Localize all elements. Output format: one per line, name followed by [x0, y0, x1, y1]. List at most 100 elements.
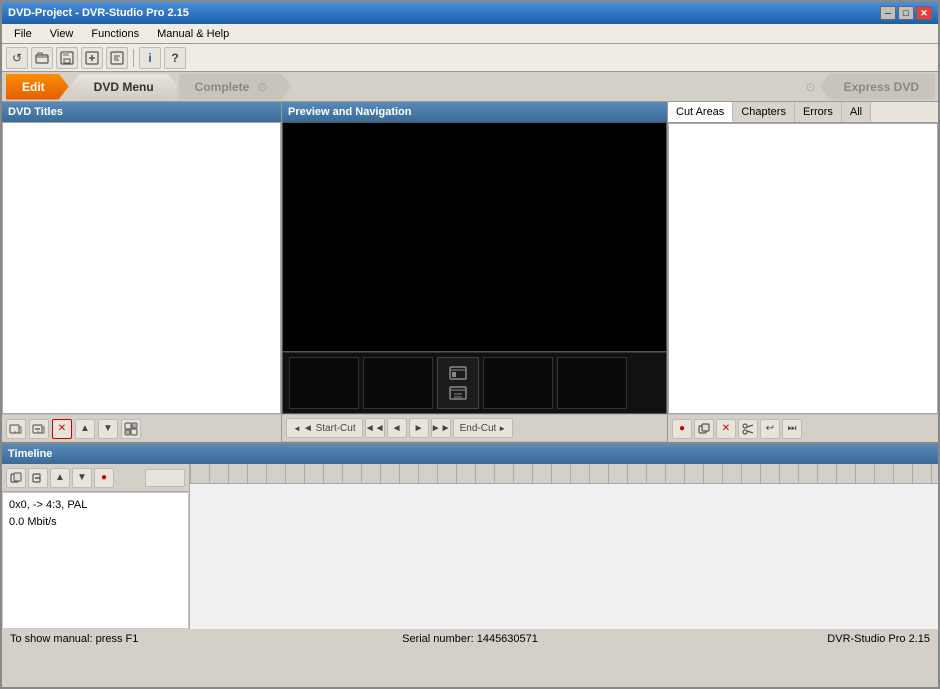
rc-undo-button[interactable]: ↩ [760, 419, 780, 439]
titlebar-controls: ─ □ ✕ [880, 6, 932, 20]
play-button[interactable]: ► [409, 418, 429, 438]
timeline-header-label: Timeline [8, 448, 52, 460]
status-center: Serial number: 1445630571 [317, 633, 624, 645]
right-controls: ● ✕ ↩ ⏭ [668, 414, 938, 442]
thumbnail-controls[interactable] [437, 357, 479, 409]
tab-all[interactable]: All [842, 102, 871, 122]
timeline-controls-column: ▲ ▼ ● 0x0, -> 4:3, PAL 0.0 Mbit/s [2, 464, 190, 629]
tl-remove-button[interactable] [28, 468, 48, 488]
remove-title-button[interactable] [29, 419, 49, 439]
timeline-tracks[interactable] [190, 484, 938, 629]
tab-chapters[interactable]: Chapters [733, 102, 795, 122]
preview-header: Preview and Navigation [282, 102, 667, 122]
help-button[interactable]: ? [164, 47, 186, 69]
timeline-info-line1: 0x0, -> 4:3, PAL [9, 497, 182, 514]
right-content[interactable] [668, 123, 938, 414]
tab-dvd-menu[interactable]: DVD Menu [70, 74, 178, 100]
move-up-button[interactable]: ▲ [75, 419, 95, 439]
timeline-ruler[interactable] [190, 464, 938, 484]
open-button[interactable] [31, 47, 53, 69]
timeline-section: Timeline ▲ ▼ ● 0x0, -> 4:3, PAL 0.0 Mbit… [2, 442, 938, 627]
right-tabs: Cut Areas Chapters Errors All [668, 102, 938, 123]
tl-down-button[interactable]: ▼ [72, 468, 92, 488]
workflow-right: ⊙ Express DVD [806, 74, 934, 100]
rc-cut-button[interactable] [738, 419, 758, 439]
move-down-button[interactable]: ▼ [98, 419, 118, 439]
export-button[interactable] [106, 47, 128, 69]
menu-view[interactable]: View [42, 26, 82, 42]
minimize-button[interactable]: ─ [880, 6, 896, 20]
preview-header-label: Preview and Navigation [288, 106, 411, 118]
window-title: DVD-Project - DVR-Studio Pro 2.15 [8, 7, 189, 19]
thumbnail-2[interactable] [363, 357, 433, 409]
statusbar: To show manual: press F1 Serial number: … [2, 627, 938, 649]
thumbnail-4[interactable] [557, 357, 627, 409]
thumbnail-1[interactable] [289, 357, 359, 409]
tab-express-dvd-label: Express DVD [844, 80, 919, 94]
save-button[interactable] [56, 47, 78, 69]
forward-button[interactable]: ►► [431, 418, 451, 438]
refresh-button[interactable]: ↺ [6, 47, 28, 69]
toolbar-separator [133, 49, 134, 67]
timeline-header: Timeline [2, 444, 938, 464]
status-left: To show manual: press F1 [10, 633, 317, 645]
add-button[interactable] [81, 47, 103, 69]
rc-skip-button[interactable]: ⏭ [782, 419, 802, 439]
tab-edit[interactable]: Edit [6, 74, 69, 100]
titlebar: DVD-Project - DVR-Studio Pro 2.15 ─ □ ✕ [2, 2, 938, 24]
menu-functions[interactable]: Functions [83, 26, 147, 42]
preview-panel: Preview and Navigation ◄ ◄ Start-Cut ◄◄ … [282, 102, 668, 442]
timeline-info-line2: 0.0 Mbit/s [9, 514, 182, 531]
workflow-tabs: Edit DVD Menu Complete ⊙ ⊙ Express DVD [2, 72, 938, 102]
info-button[interactable]: i [139, 47, 161, 69]
tab-complete[interactable]: Complete ⊙ [179, 74, 292, 100]
delete-button[interactable]: ✕ [52, 419, 72, 439]
tab-complete-label: Complete [195, 80, 250, 94]
main-area: DVD Titles ✕ ▲ ▼ Preview and Navigation [2, 102, 938, 442]
properties-button[interactable] [121, 419, 141, 439]
express-disc-icon: ⊙ [806, 80, 816, 94]
complete-icon: ⊙ [257, 80, 267, 94]
timeline-info: 0x0, -> 4:3, PAL 0.0 Mbit/s [2, 492, 189, 629]
tl-up-button[interactable]: ▲ [50, 468, 70, 488]
back-button[interactable]: ◄ [387, 418, 407, 438]
thumbnail-3[interactable] [483, 357, 553, 409]
rc-copy-button[interactable] [694, 419, 714, 439]
rc-delete-button[interactable]: ✕ [716, 419, 736, 439]
end-cut-icon: ► [498, 424, 506, 433]
rewind-button[interactable]: ◄◄ [365, 418, 385, 438]
start-cut-button[interactable]: ◄ ◄ Start-Cut [286, 418, 363, 438]
dvd-titles-content[interactable] [2, 122, 281, 414]
end-cut-label: End-Cut [460, 423, 497, 434]
tl-record-button[interactable]: ● [94, 468, 114, 488]
timeline-ruler-area [190, 464, 938, 629]
menu-file[interactable]: File [6, 26, 40, 42]
maximize-button[interactable]: □ [898, 6, 914, 20]
tab-errors[interactable]: Errors [795, 102, 842, 122]
dvd-titles-header: DVD Titles [2, 102, 281, 122]
preview-controls: ◄ ◄ Start-Cut ◄◄ ◄ ► ►► End-Cut ► [282, 414, 667, 442]
tab-express-dvd[interactable]: Express DVD [820, 74, 935, 100]
right-panel: Cut Areas Chapters Errors All ● ✕ ↩ ⏭ [668, 102, 938, 442]
rc-record-button[interactable]: ● [672, 419, 692, 439]
status-right: DVR-Studio Pro 2.15 [623, 633, 930, 645]
start-cut-icon: ◄ [293, 424, 301, 433]
dvd-titles-header-label: DVD Titles [8, 106, 63, 118]
timeline-body: ▲ ▼ ● 0x0, -> 4:3, PAL 0.0 Mbit/s [2, 464, 938, 629]
add-title-button[interactable] [6, 419, 26, 439]
ruler-ticks [190, 464, 938, 483]
toolbar: ↺ i ? [2, 44, 938, 72]
dvd-titles-panel: DVD Titles ✕ ▲ ▼ [2, 102, 282, 442]
menubar: File View Functions Manual & Help [2, 24, 938, 44]
tab-dvd-menu-label: DVD Menu [94, 80, 154, 94]
left-controls: ✕ ▲ ▼ [2, 414, 281, 442]
tl-position-input[interactable] [145, 469, 185, 487]
start-cut-label: ◄ Start-Cut [303, 423, 356, 434]
close-button[interactable]: ✕ [916, 6, 932, 20]
tab-cut-areas[interactable]: Cut Areas [668, 102, 733, 122]
tl-add-button[interactable] [6, 468, 26, 488]
timeline-transport: ▲ ▼ ● [2, 464, 189, 492]
end-cut-button[interactable]: End-Cut ► [453, 418, 514, 438]
tab-edit-label: Edit [22, 80, 45, 94]
menu-manual-help[interactable]: Manual & Help [149, 26, 237, 42]
